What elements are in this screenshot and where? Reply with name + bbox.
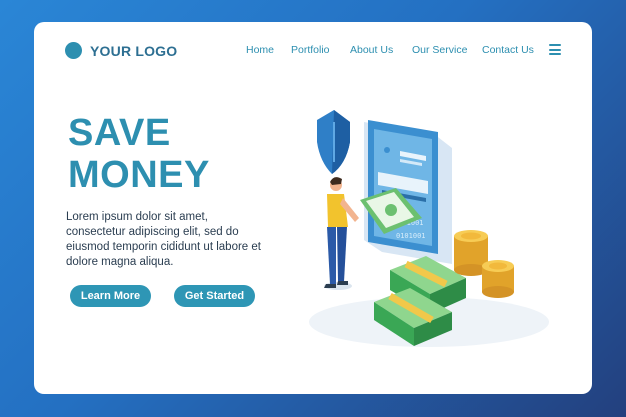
- shield-icon: [317, 110, 350, 174]
- person-icon: [324, 177, 359, 290]
- binary-text-2: 0101001: [396, 232, 426, 240]
- save-money-illustration: 0101001 0101001: [309, 110, 549, 347]
- landing-card: YOUR LOGO Home Portfolio About Us Our Se…: [34, 22, 592, 394]
- smartphone-icon: 0101001 0101001: [364, 120, 452, 264]
